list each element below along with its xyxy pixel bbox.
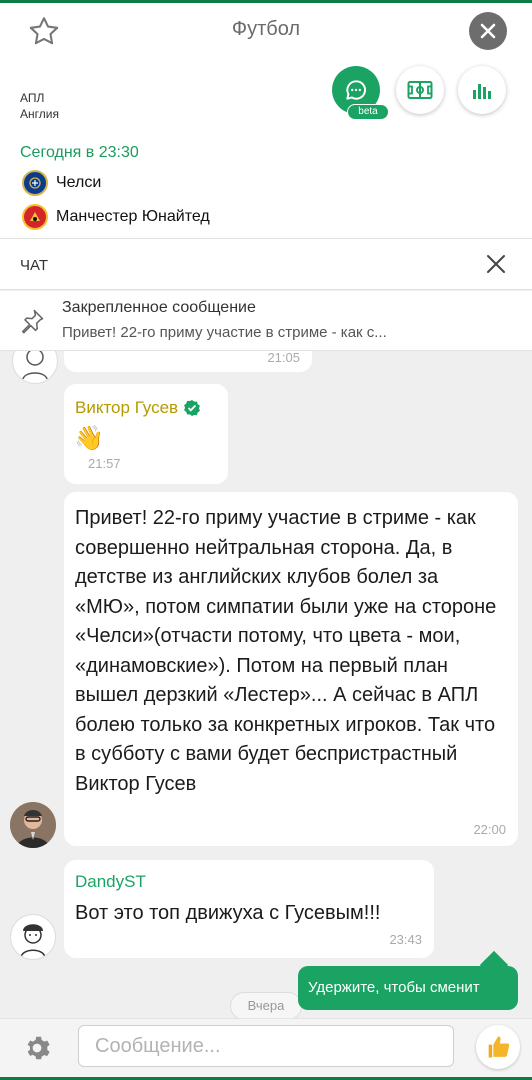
page-title: Футбол — [231, 18, 301, 40]
league-name: АПЛ — [20, 91, 45, 105]
date-separator: Вчера — [230, 992, 302, 1020]
top-accent-line — [0, 0, 532, 3]
message-composer — [0, 1018, 532, 1080]
message-time: 21:05 — [267, 350, 300, 365]
settings-gear-icon[interactable] — [18, 1029, 56, 1067]
messages-list[interactable]: 21:05 Виктор Гусев 👋 21:57 Привет! 22-го… — [0, 330, 532, 1020]
chat-bubble-icon — [346, 80, 366, 100]
message-time: 21:57 — [88, 456, 121, 471]
league-country: Англия — [20, 107, 59, 121]
hold-tooltip: Удержите, чтобы сменит — [298, 966, 518, 1010]
message-author[interactable]: Виктор Гусев — [75, 398, 178, 418]
home-team[interactable]: Челси — [22, 170, 101, 196]
dandyst-avatar[interactable] — [10, 914, 56, 960]
close-icon — [480, 23, 496, 39]
gusev-avatar[interactable] — [10, 802, 56, 848]
pin-icon — [18, 307, 46, 335]
message-input[interactable] — [78, 1025, 454, 1067]
football-field-icon — [407, 81, 433, 99]
close-chat-icon[interactable] — [484, 252, 508, 276]
message-time: 22:00 — [473, 822, 506, 837]
chat-header-label: ЧАТ — [20, 257, 48, 274]
message-author-row: Виктор Гусев — [75, 398, 201, 418]
field-view-button[interactable] — [396, 66, 444, 114]
home-team-name: Челси — [56, 174, 102, 191]
list-item[interactable]: Привет! 22-го приму участие в стриме - к… — [64, 492, 518, 846]
chelsea-logo-icon — [22, 170, 48, 196]
away-team[interactable]: Манчестер Юнайтед — [22, 204, 210, 230]
pinned-title: Закрепленное сообщение — [62, 299, 256, 316]
match-header: Футбол АПЛ Англия beta Сегодня в 23:30 Ч… — [0, 0, 532, 238]
away-team-name: Манчестер Юнайтед — [56, 208, 210, 225]
pinned-text: Привет! 22-го приму участие в стриме - к… — [62, 324, 387, 341]
thumbs-up-icon[interactable] — [476, 1025, 520, 1069]
beta-badge: beta — [347, 104, 389, 120]
message-author[interactable]: DandyST — [75, 872, 146, 892]
league-info: АПЛ Англия — [20, 90, 59, 122]
stats-button[interactable] — [458, 66, 506, 114]
message-text: 👋 — [74, 425, 104, 452]
message-text: Привет! 22-го приму участие в стриме - к… — [75, 507, 497, 795]
chat-header: ЧАТ — [0, 238, 532, 290]
message-text: Вот это топ движуха с Гусевым!!! — [75, 902, 381, 924]
message-time: 23:43 — [389, 932, 422, 947]
verified-icon — [184, 400, 200, 416]
manchester-united-logo-icon — [22, 204, 48, 230]
close-button[interactable] — [469, 12, 507, 50]
bar-chart-icon — [473, 84, 491, 99]
list-item[interactable]: Виктор Гусев 👋 21:57 — [64, 384, 228, 484]
match-time: Сегодня в 23:30 — [20, 144, 139, 161]
pinned-message[interactable]: Закрепленное сообщение Привет! 22-го при… — [0, 291, 532, 351]
list-item[interactable]: DandyST Вот это топ движуха с Гусевым!!!… — [64, 860, 434, 958]
